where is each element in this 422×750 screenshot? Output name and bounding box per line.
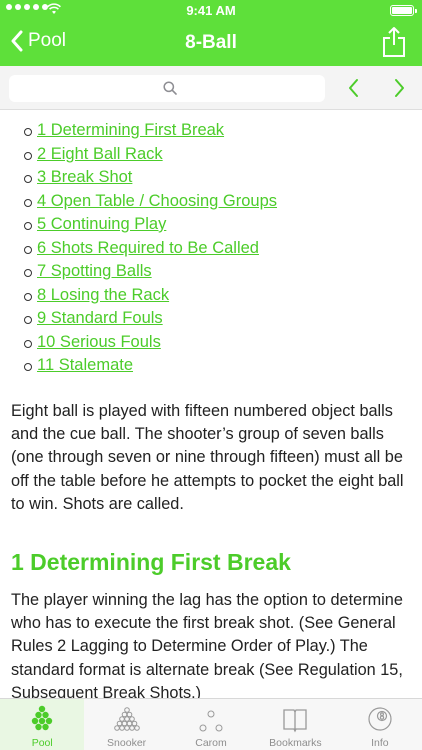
tab-label: Pool [31,737,53,749]
tab-label: Info [371,737,389,749]
status-time: 9:41 AM [186,3,236,18]
snooker-rack-icon [113,707,140,731]
toc-item: 10 Serious Fouls [24,331,411,355]
tab-label: Snooker [107,737,147,749]
tab-pool[interactable]: Pool [0,699,85,750]
toc-item: 11 Stalemate [24,354,411,378]
search-field[interactable] [9,75,325,102]
toc-link[interactable]: 1 Determining First Break [37,121,224,139]
search-input[interactable] [9,75,325,102]
toc-link[interactable]: 7 Spotting Balls [37,262,152,280]
share-icon[interactable] [382,26,406,58]
toc-item: 7 Spotting Balls [24,260,411,284]
toc-item: 3 Break Shot [24,166,411,190]
toc-link[interactable]: 8 Losing the Rack [37,286,169,304]
battery-icon [390,5,417,16]
pool-rack-icon [32,705,53,731]
next-result-button[interactable] [391,77,407,99]
toc-item: 4 Open Table / Choosing Groups [24,190,411,214]
toc-link[interactable]: 9 Standard Fouls [37,309,163,327]
toc-item: 5 Continuing Play [24,213,411,237]
top-bar: 9:41 AM Pool 8-Ball [0,0,422,66]
search-toolbar [0,66,422,110]
rules-content[interactable]: 1 Determining First Break 2 Eight Ball R… [0,110,422,698]
tab-snooker[interactable]: Snooker [84,699,168,750]
tab-info[interactable]: Info [338,699,422,750]
toc-item: 9 Standard Fouls [24,307,411,331]
tab-label: Carom [195,737,227,749]
toc-item: 6 Shots Required to Be Called [24,237,411,261]
page-title: 8-Ball [185,32,237,53]
toc-link[interactable]: 2 Eight Ball Rack [37,145,163,163]
tab-bookmarks[interactable]: Bookmarks [253,699,337,750]
toc-link[interactable]: 4 Open Table / Choosing Groups [37,192,277,210]
eight-ball-icon [368,707,392,731]
tab-carom[interactable]: Carom [169,699,253,750]
table-of-contents: 1 Determining First Break 2 Eight Ball R… [11,119,411,378]
toc-link[interactable]: 3 Break Shot [37,168,132,186]
carom-balls-icon [199,710,223,732]
toc-item: 8 Losing the Rack [24,284,411,308]
toc-link[interactable]: 11 Stalemate [37,356,133,374]
intro-paragraph: Eight ball is played with fifteen number… [11,401,404,514]
section-heading: 1 Determining First Break [11,548,291,575]
toc-link[interactable]: 10 Serious Fouls [37,333,161,351]
toc-link[interactable]: 6 Shots Required to Be Called [37,239,259,257]
status-bar: 9:41 AM [0,0,422,20]
tab-label: Bookmarks [269,737,322,749]
tab-bar: Pool Snooker Carom Bookmarks Info [0,698,422,750]
book-icon [283,709,308,733]
navigation-bar: Pool 8-Ball [0,22,422,66]
section-paragraph: The player winning the lag has the optio… [11,590,403,698]
toc-item: 2 Eight Ball Rack [24,143,411,167]
previous-result-button[interactable] [346,77,362,99]
toc-item: 1 Determining First Break [24,119,411,143]
toc-link[interactable]: 5 Continuing Play [37,215,166,233]
